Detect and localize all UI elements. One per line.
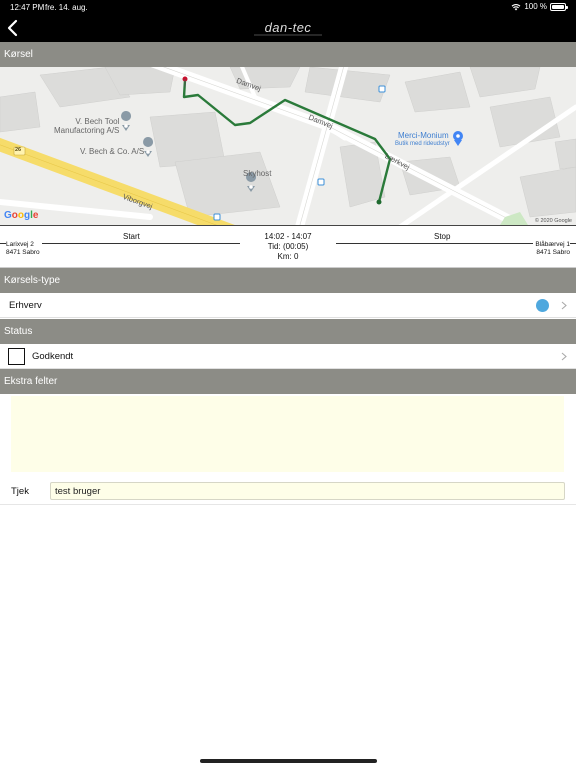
- start-street: Larixvej 2: [6, 241, 34, 248]
- chevron-right-icon: [561, 301, 567, 310]
- stop-city: 8471 Sabro: [536, 249, 570, 256]
- wifi-icon: [511, 3, 521, 10]
- approved-label: Godkendt: [32, 351, 74, 362]
- section-header-status: Status: [0, 319, 576, 344]
- back-chevron-icon[interactable]: [5, 18, 21, 38]
- poi-label-merci-monium: Merci-Monium: [398, 131, 449, 140]
- trip-summary: Start Stop 14:02 - 14:07 Tid: (00:05) Km…: [0, 225, 576, 268]
- status-date: fre. 14. aug.: [45, 3, 88, 12]
- trip-duration: Tid: (00:05): [267, 242, 309, 251]
- section-header-extra: Ekstra felter: [0, 369, 576, 394]
- trip-type-value: Erhverv: [9, 300, 42, 311]
- google-logo: Google: [4, 210, 39, 221]
- approved-checkbox[interactable]: [8, 348, 25, 365]
- start-city: 8471 Sabro: [6, 249, 40, 256]
- section-header-trip: Kørsel: [0, 42, 576, 67]
- svg-text:dan-tec: dan-tec: [265, 20, 312, 35]
- map-copyright: © 2020 Google: [534, 218, 572, 224]
- stop-street: Blåbærvej 1: [535, 241, 570, 248]
- trip-type-indicator: [536, 299, 549, 312]
- status-row[interactable]: Godkendt: [0, 344, 576, 369]
- status-time: 12:47 PM: [10, 3, 45, 12]
- status-indicators: 100 %: [511, 2, 568, 11]
- battery-icon: [550, 2, 568, 11]
- dan-tec-logo: dan-tec: [254, 20, 322, 36]
- top-bar: 12:47 PM fre. 14. aug. 100 % dan-tec: [0, 0, 576, 42]
- battery-percent: 100 %: [524, 2, 547, 11]
- poi-label-skyhost: Skyhost: [243, 169, 272, 178]
- extra-field-row: Tjek: [0, 477, 576, 505]
- extra-notes-area[interactable]: [11, 396, 564, 472]
- chevron-right-icon: [561, 352, 567, 361]
- poi-label-bech-co: V. Bech & Co. A/S: [80, 147, 145, 156]
- trip-start-label: Start: [123, 232, 140, 241]
- trip-stop-label: Stop: [434, 232, 451, 241]
- poi-label-bech-tool: V. Bech Tool Manufactoring A/S: [54, 117, 120, 135]
- trip-km: Km: 0: [277, 252, 299, 261]
- start-address: Larixvej 2 8471 Sabro: [6, 241, 42, 257]
- extra-field-input[interactable]: [50, 482, 565, 500]
- trip-type-row[interactable]: Erhverv: [0, 293, 576, 318]
- section-header-trip-type: Kørsels-type: [0, 268, 576, 293]
- route-map[interactable]: Damvej Damvej Viborgvej Lærkvej 26 V. Be…: [0, 67, 576, 225]
- road-number-badge: 26: [15, 147, 22, 153]
- poi-sublabel-merci-monium: Butik med rideudstyr: [395, 141, 450, 147]
- map-canvas: [0, 67, 576, 225]
- trip-time-range: 14:02 - 14:07: [264, 232, 312, 241]
- trip-times: 14:02 - 14:07 Tid: (00:05) Km: 0: [240, 232, 336, 262]
- home-indicator[interactable]: [200, 759, 377, 763]
- extra-field-label: Tjek: [11, 486, 29, 497]
- stop-address: Blåbærvej 1 8471 Sabro: [533, 241, 570, 257]
